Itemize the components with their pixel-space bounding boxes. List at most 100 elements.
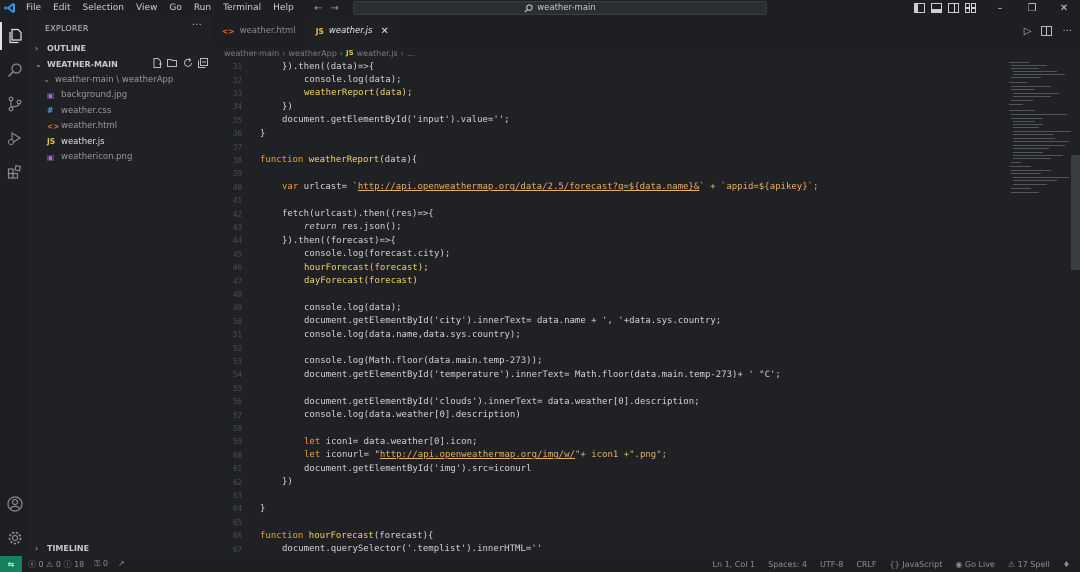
explorer-icon[interactable] xyxy=(0,22,29,50)
workspace-folder[interactable]: ⌄ WEATHER-MAIN xyxy=(29,56,212,72)
notifications-bell-icon[interactable]: ♦ xyxy=(1063,560,1070,569)
outline-section[interactable]: › OUTLINE xyxy=(29,40,212,56)
subfolder-row[interactable]: ⌄ weather-main \ weatherApp xyxy=(29,72,212,88)
vertical-scrollbar[interactable] xyxy=(1071,155,1080,270)
file-weathericon-png[interactable]: ▣ weathericon.png xyxy=(29,150,212,166)
more-actions-icon[interactable]: ··· xyxy=(192,20,202,31)
editor-actions: ▷ ··· xyxy=(1024,16,1072,46)
code-line: 61 document.getElementById('img').src=ico… xyxy=(232,463,532,474)
collapse-all-icon[interactable] xyxy=(198,58,208,68)
new-file-icon[interactable] xyxy=(152,58,162,68)
minimap[interactable] xyxy=(1007,60,1071,200)
vscode-logo-icon[interactable] xyxy=(0,0,20,16)
file-name: weather.html xyxy=(61,121,118,132)
chevron-down-icon: ⌄ xyxy=(43,74,51,85)
layout-controls xyxy=(914,0,976,16)
menu-terminal[interactable]: Terminal xyxy=(217,0,267,16)
menu-edit[interactable]: Edit xyxy=(47,0,76,16)
indentation-status[interactable]: Spaces: 4 xyxy=(768,560,807,569)
file-weather-css[interactable]: # weather.css xyxy=(29,103,212,119)
split-editor-icon[interactable] xyxy=(1041,26,1053,36)
code-line: 62}) xyxy=(232,477,293,488)
js-file-icon: JS xyxy=(315,26,324,36)
ports-status[interactable]: ⚿ 0 xyxy=(94,559,108,570)
code-line: 35 document.getElementById('input').value… xyxy=(232,115,510,126)
breadcrumb-item[interactable]: weather-main xyxy=(224,49,279,58)
search-view-icon[interactable] xyxy=(0,56,29,84)
broadcast-icon: ◉ xyxy=(955,559,965,569)
spell-status[interactable]: ⚠ 17 Spell xyxy=(1008,560,1050,569)
menu-run[interactable]: Run xyxy=(188,0,217,16)
code-line: 58 xyxy=(232,423,242,433)
settings-gear-icon[interactable] xyxy=(0,524,29,552)
activity-bar xyxy=(0,16,29,556)
code-line: 55 xyxy=(232,383,242,393)
toggle-secondary-sidebar-icon[interactable] xyxy=(948,3,959,13)
image-file-icon: ▣ xyxy=(47,152,55,162)
subfolder-label: weather-main \ weatherApp xyxy=(55,74,174,85)
file-name: weathericon.png xyxy=(61,152,133,163)
restore-icon[interactable]: ❐ xyxy=(1016,0,1048,16)
code-line: 45 console.log(forecast.city); xyxy=(232,249,451,260)
code-line: 32 console.log(data); xyxy=(232,75,402,86)
window-controls: – ❐ ✕ xyxy=(984,0,1080,16)
problems-status[interactable]: ⓧ 0 ⚠ 0 ⓘ 18 xyxy=(28,559,84,570)
back-arrow-icon[interactable]: ← xyxy=(314,3,322,14)
menu-go[interactable]: Go xyxy=(163,0,187,16)
source-control-icon[interactable] xyxy=(0,90,29,118)
remote-indicator-icon[interactable]: ⇋ xyxy=(0,556,22,572)
code-line: 59 let icon1= data.weather[0].icon; xyxy=(232,436,478,447)
code-line: 51 console.log(data.name,data.sys.country… xyxy=(232,329,521,340)
timeline-section[interactable]: › TIMELINE xyxy=(29,541,89,555)
chevron-right-icon: › xyxy=(400,48,404,58)
forward-arrow-icon[interactable]: → xyxy=(330,3,338,14)
run-file-icon[interactable]: ▷ xyxy=(1024,26,1032,37)
close-tab-icon[interactable]: ✕ xyxy=(380,26,388,37)
toggle-sidebar-icon[interactable] xyxy=(914,3,925,13)
more-editor-actions-icon[interactable]: ··· xyxy=(1062,26,1072,37)
menu-help[interactable]: Help xyxy=(267,0,300,16)
breadcrumb-item[interactable]: weather.js xyxy=(357,49,398,58)
toggle-panel-icon[interactable] xyxy=(931,3,942,13)
chevron-down-icon: ⌄ xyxy=(35,59,42,69)
go-live-button[interactable]: ◉ Go Live xyxy=(955,560,995,569)
tab-weather-js[interactable]: JS weather.js ✕ xyxy=(305,16,399,46)
language-mode[interactable]: {} JavaScript xyxy=(890,560,943,569)
command-center-search[interactable]: weather-main xyxy=(353,1,767,15)
encoding-status[interactable]: UTF-8 xyxy=(820,560,843,569)
code-line: 39 xyxy=(232,169,242,179)
menu-view[interactable]: View xyxy=(130,0,163,16)
breadcrumb-item[interactable]: ... xyxy=(407,49,415,58)
search-icon xyxy=(524,3,533,12)
explorer-actions xyxy=(152,58,208,68)
close-window-icon[interactable]: ✕ xyxy=(1048,0,1080,16)
live-share-icon[interactable]: ↗ xyxy=(118,559,125,570)
code-editor[interactable]: 31}).then((data)=>{ 32 console.log(data);… xyxy=(212,60,1007,556)
code-line: 47 dayForecast(forecast) xyxy=(232,276,418,287)
cursor-position[interactable]: Ln 1, Col 1 xyxy=(713,560,756,569)
code-line: 41 xyxy=(232,196,242,206)
extensions-icon[interactable] xyxy=(0,158,29,186)
tab-weather-html[interactable]: <> weather.html xyxy=(212,16,306,46)
run-debug-icon[interactable] xyxy=(0,124,29,152)
code-line: 66 function hourForecast(forecast){ xyxy=(232,530,434,541)
refresh-icon[interactable] xyxy=(183,58,193,68)
code-line: 36} xyxy=(232,128,266,139)
customize-layout-icon[interactable] xyxy=(965,3,976,13)
file-weather-js[interactable]: JS weather.js xyxy=(29,134,212,150)
file-background-jpg[interactable]: ▣ background.jpg xyxy=(29,88,212,104)
breadcrumb-item[interactable]: weatherApp xyxy=(288,49,336,58)
accounts-icon[interactable] xyxy=(0,490,29,518)
file-weather-html[interactable]: <> weather.html xyxy=(29,119,212,135)
menu-file[interactable]: File xyxy=(20,0,47,16)
new-folder-icon[interactable] xyxy=(167,58,178,68)
code-line: 34}) xyxy=(232,101,293,112)
menu-selection[interactable]: Selection xyxy=(77,0,130,16)
eol-status[interactable]: CRLF xyxy=(856,560,876,569)
minimize-icon[interactable]: – xyxy=(984,0,1016,16)
outline-label: OUTLINE xyxy=(47,43,86,53)
html-file-icon: <> xyxy=(222,26,235,36)
file-name: weather.js xyxy=(61,136,105,147)
code-line: 38 function weatherReport(data){ xyxy=(232,155,418,166)
file-name: background.jpg xyxy=(61,90,128,101)
